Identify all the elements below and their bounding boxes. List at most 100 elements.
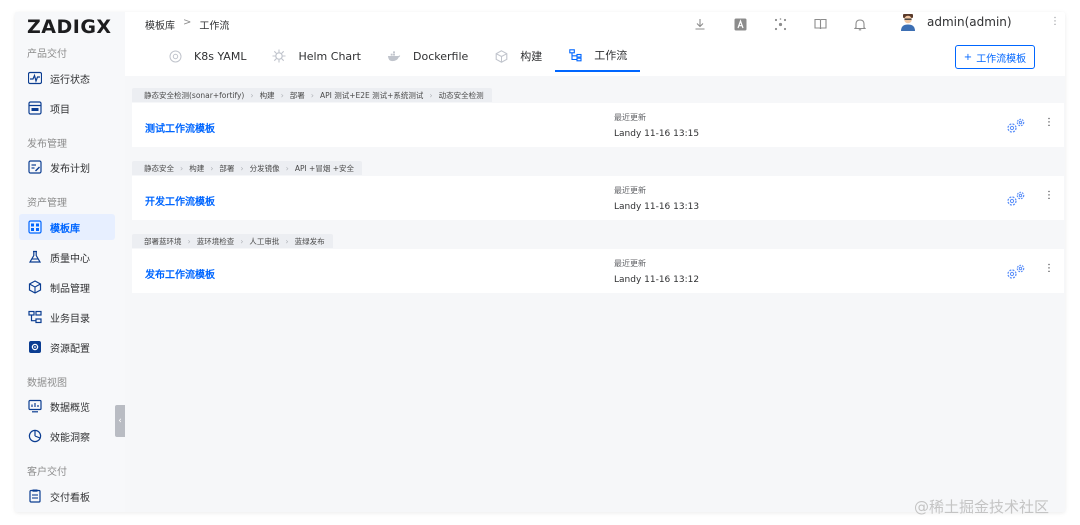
plugin-icon[interactable] bbox=[760, 16, 800, 32]
sidebar-item-status[interactable]: 运行状态 bbox=[19, 65, 115, 91]
updated-value: Landy 11-16 13:13 bbox=[614, 202, 700, 212]
chevron-right-icon: › bbox=[429, 90, 433, 100]
sidebar-item-release-plan[interactable]: 发布计划 bbox=[19, 154, 115, 180]
chevron-right-icon: › bbox=[250, 90, 254, 100]
sidebar-item-delivery-board[interactable]: 交付看板 bbox=[19, 483, 115, 509]
sidebar-item-project[interactable]: 项目 bbox=[19, 95, 115, 121]
sidebar: ZADIGX 产品交付 运行状态 项目 发布管理 发布计划 资产管理 模板库 质… bbox=[15, 12, 125, 512]
board-icon bbox=[27, 489, 42, 504]
more-icon[interactable]: ⋮ bbox=[1044, 190, 1054, 201]
stage-label: 部署蓝环境 bbox=[144, 236, 182, 246]
stage-label: 蓝绿发布 bbox=[294, 236, 325, 246]
sidebar-item-catalog[interactable]: 业务目录 bbox=[19, 304, 115, 330]
gears-icon[interactable] bbox=[1004, 263, 1028, 281]
sidebar-item-label: 模板库 bbox=[50, 223, 80, 235]
sidebar-item-artifacts[interactable]: 制品管理 bbox=[19, 274, 115, 300]
download-icon[interactable] bbox=[680, 16, 720, 32]
chevron-right-icon: › bbox=[240, 236, 244, 246]
stage-label: API +冒烟 +安全 bbox=[294, 163, 355, 173]
stage-label: 静态安全 bbox=[144, 163, 174, 173]
more-icon[interactable]: ⋮ bbox=[1044, 117, 1054, 128]
build-icon bbox=[494, 49, 508, 63]
package-icon bbox=[27, 280, 42, 295]
template-name-link[interactable]: 开发工作流模板 bbox=[145, 193, 215, 208]
catalog-icon bbox=[27, 310, 42, 325]
section-title: 资产管理 bbox=[27, 198, 67, 209]
project-icon bbox=[27, 101, 42, 116]
more-icon[interactable]: ⋮ bbox=[1044, 263, 1054, 274]
updated-value: Landy 11-16 13:12 bbox=[614, 275, 700, 285]
tab-k8s-yaml[interactable]: K8s YAML bbox=[155, 40, 259, 72]
stage-label: 分发镜像 bbox=[249, 163, 280, 173]
user-menu[interactable]: admin(admin) bbox=[899, 13, 1012, 31]
breadcrumb-root[interactable]: 模板库 bbox=[145, 17, 175, 32]
tab-label: Dockerfile bbox=[413, 49, 469, 63]
flask-icon bbox=[27, 250, 42, 265]
sidebar-item-label: 交付看板 bbox=[50, 492, 90, 504]
chevron-right-icon: › bbox=[285, 163, 289, 173]
chevron-right-icon: › bbox=[310, 90, 314, 100]
pie-icon bbox=[27, 429, 42, 444]
k8s-icon bbox=[168, 49, 182, 63]
chevron-right-icon: › bbox=[210, 163, 214, 173]
chevron-right-icon: › bbox=[280, 90, 284, 100]
user-name: admin(admin) bbox=[927, 15, 1012, 29]
tab-helm-chart[interactable]: Helm Chart bbox=[259, 40, 374, 72]
stage-label: 动态安全检测 bbox=[438, 90, 484, 100]
stage-label: 蓝环境检查 bbox=[196, 236, 235, 246]
stage-list: 部署蓝环境 › 蓝环境检查 › 人工审批 › 蓝绿发布 bbox=[132, 234, 333, 248]
section-title: 客户交付 bbox=[27, 467, 67, 478]
sidebar-item-template-library[interactable]: 模板库 bbox=[19, 214, 115, 240]
docs-icon[interactable] bbox=[800, 16, 840, 32]
template-name-link[interactable]: 发布工作流模板 bbox=[145, 266, 215, 281]
watermark: @稀土掘金技术社区 bbox=[914, 498, 1050, 516]
sidebar-item-label: 资源配置 bbox=[50, 343, 90, 355]
sidebar-item-resource-config[interactable]: 资源配置 bbox=[19, 334, 115, 360]
sidebar-item-data-overview[interactable]: 数据概览 bbox=[19, 393, 115, 419]
sidebar-item-label: 业务目录 bbox=[50, 313, 90, 325]
sidebar-item-label: 制品管理 bbox=[50, 283, 90, 295]
chevron-right-icon: › bbox=[240, 163, 244, 173]
chevron-right-icon: › bbox=[180, 163, 184, 173]
sidebar-item-label: 效能洞察 bbox=[50, 432, 90, 444]
breadcrumb: 模板库 > 工作流 bbox=[145, 17, 229, 32]
workflow-icon bbox=[568, 48, 582, 62]
chevron-left-icon: ‹ bbox=[118, 416, 122, 426]
tab-dockerfile[interactable]: Dockerfile bbox=[374, 40, 481, 72]
sidebar-item-label: 项目 bbox=[50, 104, 70, 116]
sidebar-item-quality-center[interactable]: 质量中心 bbox=[19, 244, 115, 270]
pulse-icon bbox=[27, 71, 42, 86]
chart-icon bbox=[27, 399, 42, 414]
plan-icon bbox=[27, 160, 42, 175]
plus-icon: + bbox=[963, 51, 973, 63]
updated-label: 最近更新 bbox=[614, 113, 646, 122]
stage-list: 静态安全检测(sonar+fortify) › 构建 › 部署 › API 测试+E2… bbox=[132, 88, 492, 102]
add-workflow-template-button[interactable]: + 工作流模板 bbox=[955, 45, 1035, 69]
tab-workflow[interactable]: 工作流 bbox=[555, 40, 641, 72]
stage-list: 静态安全 › 构建 › 部署 › 分发镜像 › API +冒烟 +安全 bbox=[132, 161, 363, 175]
section-title: 数据视图 bbox=[27, 378, 67, 389]
more-icon[interactable]: ⋮ bbox=[1050, 16, 1060, 27]
stage-label: 构建 bbox=[189, 163, 205, 173]
template-card: 发布工作流模板 最近更新 Landy 11-16 13:12 ⋮ bbox=[132, 249, 1064, 293]
updated-value: Landy 11-16 13:15 bbox=[614, 129, 700, 139]
sidebar-item-label: 数据概览 bbox=[50, 402, 90, 414]
template-card: 开发工作流模板 最近更新 Landy 11-16 13:13 ⋮ bbox=[132, 176, 1064, 220]
tab-label: Helm Chart bbox=[298, 49, 361, 63]
template-name-link[interactable]: 测试工作流模板 bbox=[145, 120, 215, 135]
section-title: 产品交付 bbox=[27, 49, 67, 60]
template-tabs: K8s YAML Helm Chart Dockerfile 构建 工作流 bbox=[155, 40, 641, 74]
tab-build[interactable]: 构建 bbox=[481, 40, 555, 72]
gears-icon[interactable] bbox=[1004, 117, 1028, 135]
sidebar-collapse-handle[interactable]: ‹ bbox=[115, 405, 125, 437]
gears-icon[interactable] bbox=[1004, 190, 1028, 208]
language-icon[interactable] bbox=[720, 16, 760, 32]
stage-label: API 测试+E2E 测试+系统测试 bbox=[319, 90, 424, 100]
app-window: ZADIGX 产品交付 运行状态 项目 发布管理 发布计划 资产管理 模板库 质… bbox=[15, 12, 1065, 512]
bell-icon[interactable] bbox=[840, 16, 880, 32]
chevron-right-icon: › bbox=[187, 236, 191, 246]
stage-label: 部署 bbox=[219, 163, 235, 173]
breadcrumb-current: 工作流 bbox=[199, 21, 230, 32]
sidebar-item-insights[interactable]: 效能洞察 bbox=[19, 423, 115, 449]
stage-label: 部署 bbox=[289, 90, 305, 100]
